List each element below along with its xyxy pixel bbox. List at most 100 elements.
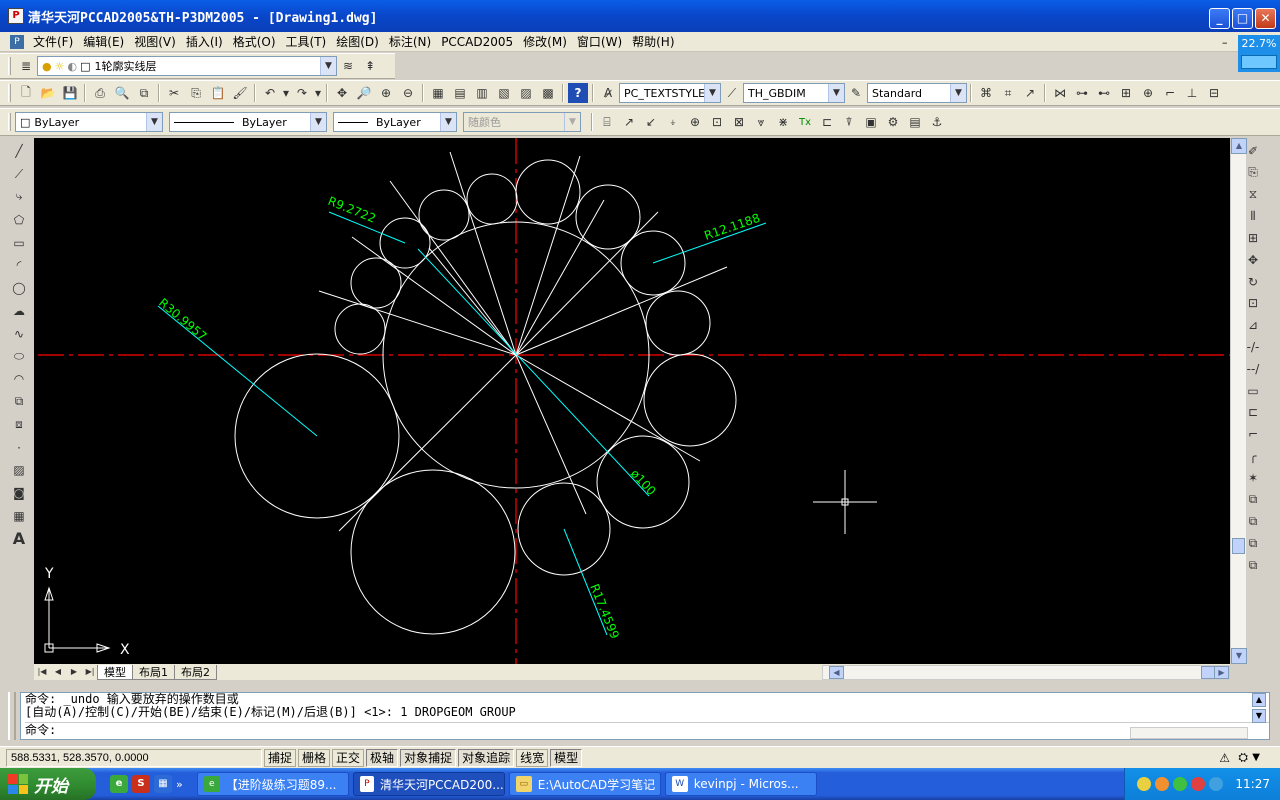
new-file-icon[interactable]: 🗋 [16,83,36,103]
text-style-combo[interactable]: PC_TEXTSTYLE ▼ [619,83,721,103]
dim-style-icon[interactable]: ⟋ [722,83,742,103]
menu-tools[interactable]: 工具(T) [281,33,332,50]
print-icon[interactable]: ⎙ [90,83,110,103]
pan-icon[interactable]: ✥ [332,83,352,103]
scroll-right-icon[interactable]: ▶ [1214,666,1229,679]
layer-previous-icon[interactable]: ⇞ [360,56,380,76]
pccad-tool-2-icon[interactable]: ⌗ [998,83,1018,103]
menu-insert[interactable]: 插入(I) [181,33,228,50]
arc-icon[interactable]: ◜ [9,255,29,276]
undo-icon[interactable]: ↶ [260,83,280,103]
draworder-2-icon[interactable]: ⧉ [1243,511,1263,533]
otrack-toggle[interactable]: 对象追踪 [458,748,515,767]
dim-tool-2-icon[interactable]: ↗ [619,112,639,132]
chevron-down-icon[interactable]: ▼ [146,113,162,131]
region-icon[interactable]: ◙ [9,483,29,504]
extend-icon[interactable]: --/ [1243,358,1263,380]
circle-icon[interactable]: ◯ [9,278,29,299]
maximize-button[interactable]: □ [1232,8,1253,29]
offset-icon[interactable]: ⫴ [1243,205,1263,227]
task-button-3[interactable]: ▭ E:\AutoCAD学习笔记 [508,772,661,796]
drawing-canvas[interactable]: R9.2722 R12.1188 R30.9957 ø100 R17.4599 … [34,138,1230,664]
draworder-1-icon[interactable]: ⧉ [1243,489,1263,511]
minimize-button[interactable]: _ [1209,8,1230,29]
rotate-icon[interactable]: ↻ [1243,271,1263,293]
draworder-3-icon[interactable]: ⧉ [1243,532,1263,554]
break-icon[interactable]: ⊏ [1243,402,1263,424]
print-preview-icon[interactable]: 🔍 [112,83,132,103]
design-center-icon[interactable]: ▤ [450,83,470,103]
insert-block-icon[interactable]: ⧉ [9,392,29,413]
menu-edit[interactable]: 编辑(E) [78,33,129,50]
status-menu-icon[interactable]: ▼ [1252,752,1260,763]
polyline-icon[interactable]: ⤷ [9,187,29,208]
fillet-icon[interactable]: ╭ [1243,445,1263,467]
spline-icon[interactable]: ∿ [9,323,29,344]
pccad-tool-3-icon[interactable]: ↗ [1020,83,1040,103]
snap-toggle[interactable]: 捕捉 [264,748,297,767]
ortho-toggle[interactable]: 正交 [332,748,365,767]
title-bar[interactable]: P 清华天河PCCAD2005&TH-P3DM2005 - [Drawing1.… [0,0,1280,32]
markup-icon[interactable]: ▨ [516,83,536,103]
make-block-icon[interactable]: ⧈ [9,414,29,435]
undo-dropdown-icon[interactable]: ▾ [282,83,290,103]
menu-file[interactable]: 文件(F) [28,33,78,50]
help-icon[interactable]: ? [568,83,588,103]
pccad-tool-5-icon[interactable]: ⊶ [1072,83,1092,103]
document-icon[interactable]: P [10,34,24,49]
erase-icon[interactable]: ✐ [1243,140,1263,162]
dim-tool-3-icon[interactable]: ↙ [641,112,661,132]
linetype-combo[interactable]: ByLayer ▼ [169,112,327,132]
tab-model[interactable]: 模型 [97,664,133,680]
trim-icon[interactable]: -/- [1243,336,1263,358]
chevron-down-icon[interactable]: ▼ [310,113,326,131]
pccad-tool-7-icon[interactable]: ⊞ [1116,83,1136,103]
text-tool-icon[interactable]: Tx [795,112,815,132]
pccad-tool-6-icon[interactable]: ⊷ [1094,83,1114,103]
tray-icon[interactable] [1137,777,1152,791]
model-toggle[interactable]: 模型 [550,748,583,767]
command-window[interactable]: 命令: _undo 输入要放弃的操作数目或 [自动(A)/控制(C)/开始(BE… [20,692,1270,740]
redo-dropdown-icon[interactable]: ▾ [314,83,322,103]
toolbar-grip[interactable] [8,57,11,75]
table-icon[interactable]: ▦ [9,506,29,527]
pccad-tool-11-icon[interactable]: ⊟ [1204,83,1224,103]
paste-icon[interactable]: 📋 [208,83,228,103]
tray-icon[interactable] [1173,777,1188,791]
cut-icon[interactable]: ✂ [164,83,184,103]
desktop-icon[interactable]: ▦ [154,775,172,793]
scroll-thumb[interactable] [1201,666,1215,679]
dim-tool-4-icon[interactable]: ⍖ [663,112,683,132]
menu-pccad[interactable]: PCCAD2005 [436,35,518,49]
zoom-realtime-icon[interactable]: 🔎 [354,83,374,103]
horizontal-scrollbar[interactable]: ◀ ▶ [822,665,1230,680]
dim-tool-8-icon[interactable]: ⩔ [751,112,771,132]
coordinate-readout[interactable]: 588.5331, 528.3570, 0.0000 [6,748,262,767]
properties-icon[interactable]: ▦ [428,83,448,103]
save-icon[interactable]: 💾 [60,83,80,103]
chamfer-icon[interactable]: ⌐ [1243,423,1263,445]
menu-modify[interactable]: 修改(M) [518,33,572,50]
rectangle-icon[interactable]: ▭ [9,232,29,253]
scroll-down-icon[interactable]: ▼ [1252,709,1266,723]
communication-icon[interactable]: ⚠ [1219,751,1230,765]
table-style-combo[interactable]: Standard ▼ [867,83,967,103]
dim-tool-14-icon[interactable]: ▤ [905,112,925,132]
dim-tool-5-icon[interactable]: ⊕ [685,112,705,132]
toolbar-grip[interactable] [8,113,11,131]
tray-icon[interactable] [1155,777,1170,791]
copy-object-icon[interactable]: ⎘ [1243,162,1263,184]
tool-palettes-icon[interactable]: ▥ [472,83,492,103]
browser-icon[interactable]: e [110,775,128,793]
zoom-window-icon[interactable]: ⊕ [376,83,396,103]
command-grip[interactable] [8,692,16,740]
pccad-tool-10-icon[interactable]: ⊥ [1182,83,1202,103]
move-icon[interactable]: ✥ [1243,249,1263,271]
dim-tool-7-icon[interactable]: ⊠ [729,112,749,132]
pccad-tool-1-icon[interactable]: ⌘ [976,83,996,103]
tab-layout2[interactable]: 布局2 [174,664,217,680]
draworder-4-icon[interactable]: ⧉ [1243,554,1263,576]
dim-tool-12-icon[interactable]: ▣ [861,112,881,132]
dim-tool-10-icon[interactable]: ⊏ [817,112,837,132]
task-button-4[interactable]: W kevinpj - Micros... [664,772,817,796]
